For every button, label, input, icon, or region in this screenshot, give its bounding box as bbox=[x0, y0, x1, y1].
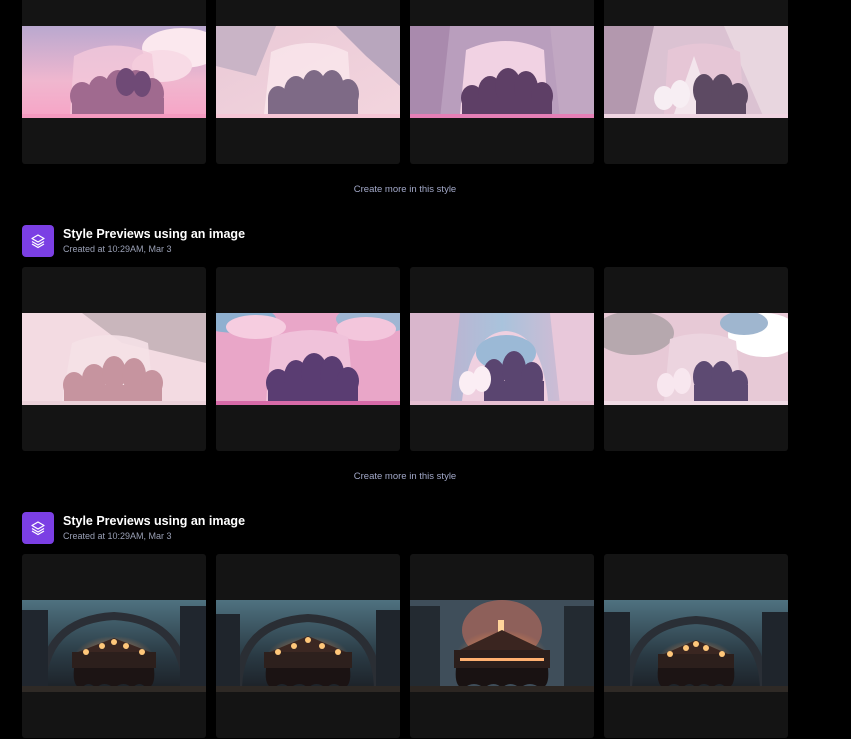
preview-image bbox=[410, 600, 594, 692]
preview-image bbox=[216, 26, 400, 118]
section-title: Style Previews using an image bbox=[63, 514, 246, 528]
preview-card[interactable] bbox=[22, 267, 206, 451]
preview-row-2 bbox=[22, 267, 788, 451]
preview-card[interactable] bbox=[216, 267, 400, 451]
preview-image bbox=[604, 26, 788, 118]
preview-card[interactable] bbox=[604, 267, 788, 451]
preview-card[interactable] bbox=[216, 0, 400, 164]
preview-card[interactable] bbox=[22, 554, 206, 738]
preview-card[interactable] bbox=[410, 0, 594, 164]
section-created-time: Created at 10:29AM, Mar 3 bbox=[63, 244, 172, 254]
preview-image bbox=[604, 600, 788, 692]
create-more-link[interactable]: Create more in this style bbox=[0, 184, 810, 195]
preview-card[interactable] bbox=[216, 554, 400, 738]
preview-image bbox=[22, 600, 206, 692]
preview-image bbox=[22, 26, 206, 118]
layers-icon bbox=[22, 225, 54, 257]
create-more-link[interactable]: Create more in this style bbox=[0, 471, 810, 482]
preview-image bbox=[410, 26, 594, 118]
preview-image bbox=[216, 313, 400, 405]
preview-image bbox=[22, 313, 206, 405]
section-header: Style Previews using an image Created at… bbox=[22, 512, 245, 544]
preview-card[interactable] bbox=[410, 267, 594, 451]
section-header: Style Previews using an image Created at… bbox=[22, 225, 245, 257]
preview-card[interactable] bbox=[604, 0, 788, 164]
preview-card[interactable] bbox=[410, 554, 594, 738]
section-title: Style Previews using an image bbox=[63, 227, 246, 241]
preview-image bbox=[410, 313, 594, 405]
preview-row-1 bbox=[22, 0, 788, 164]
preview-image bbox=[216, 600, 400, 692]
preview-row-3 bbox=[22, 554, 788, 738]
preview-card[interactable] bbox=[22, 0, 206, 164]
preview-card[interactable] bbox=[604, 554, 788, 738]
preview-image bbox=[604, 313, 788, 405]
style-previews-feed: Create more in this style Style Previews… bbox=[0, 0, 851, 739]
layers-icon bbox=[22, 512, 54, 544]
section-created-time: Created at 10:29AM, Mar 3 bbox=[63, 531, 172, 541]
